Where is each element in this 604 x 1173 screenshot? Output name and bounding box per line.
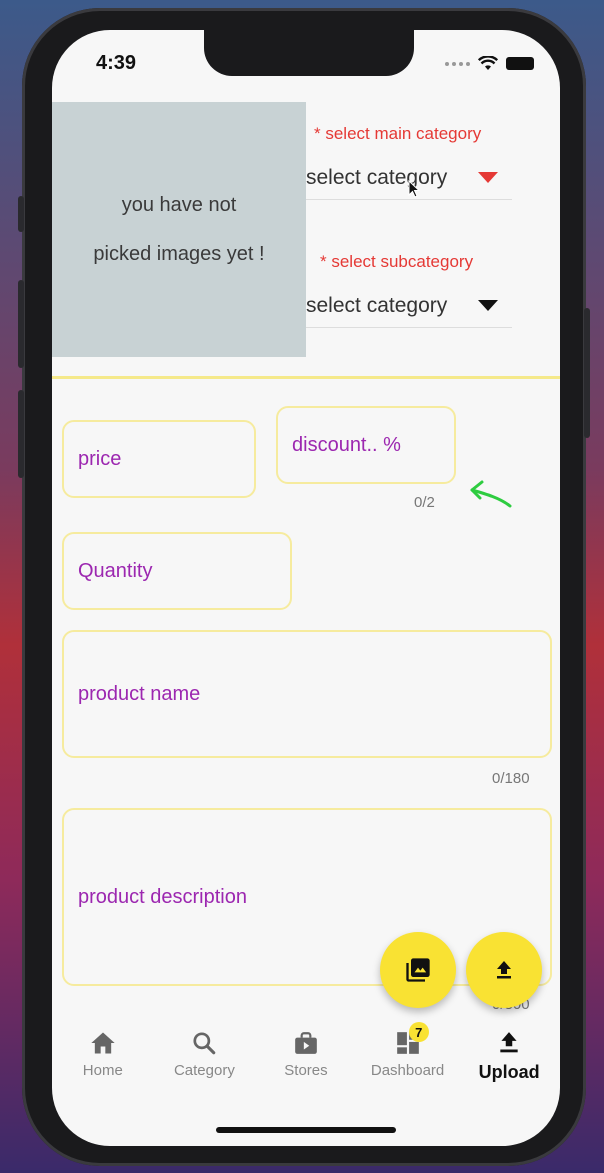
discount-field[interactable]: discount.. %	[276, 406, 456, 484]
nav-stores-label: Stores	[284, 1062, 328, 1079]
subcategory-dropdown[interactable]: select category	[306, 284, 512, 328]
power-button	[584, 308, 590, 438]
app-screen: 4:39 you have not picked images yet ! * …	[52, 30, 560, 1146]
subcategory-value: select category	[306, 293, 448, 317]
volume-down-button	[18, 390, 24, 478]
nav-dashboard[interactable]: 7 Dashboard	[357, 1022, 459, 1100]
product-description-placeholder: product description	[78, 885, 247, 908]
nav-dashboard-label: Dashboard	[370, 1062, 445, 1079]
subcategory-label: * select subcategory	[320, 252, 474, 271]
volume-up-button	[18, 280, 24, 368]
home-indicator	[216, 1127, 396, 1133]
placeholder-line-2: picked images yet !	[93, 242, 265, 265]
dashboard-badge: 7	[408, 1022, 429, 1042]
main-category-label: * select main category	[314, 124, 482, 143]
nav-category[interactable]: Category	[154, 1030, 256, 1100]
product-name-counter: 0/180	[492, 770, 530, 787]
mute-switch	[18, 196, 24, 232]
mouse-cursor-icon	[408, 180, 421, 198]
discount-placeholder: discount.. %	[292, 433, 401, 456]
upload-product-button[interactable]	[466, 932, 542, 1008]
nav-upload[interactable]: Upload	[458, 1030, 560, 1100]
shop-icon	[295, 1032, 317, 1054]
product-name-placeholder: product name	[78, 682, 201, 705]
battery-icon	[506, 57, 534, 70]
status-time: 4:39	[96, 52, 137, 74]
quantity-field[interactable]: Quantity	[62, 532, 292, 610]
status-icons	[445, 56, 534, 71]
nav-stores[interactable]: Stores	[255, 1030, 357, 1100]
main-category-value: select category	[306, 165, 448, 189]
phone-frame: 4:39 you have not picked images yet ! * …	[18, 8, 590, 1166]
dropdown-arrow-icon	[478, 300, 498, 311]
upload-icon	[500, 1032, 518, 1053]
bottom-navigation: Home Category Stores 7 Dashboard Upload	[52, 1022, 560, 1100]
notch	[204, 30, 414, 76]
upload-icon	[497, 961, 511, 979]
price-field[interactable]: price	[62, 420, 256, 498]
image-preview-placeholder: you have not picked images yet !	[52, 102, 306, 357]
dropdown-arrow-icon	[478, 172, 498, 183]
discount-counter: 0/2	[414, 494, 435, 511]
quantity-placeholder: Quantity	[78, 559, 153, 582]
cellular-signal-icon	[445, 61, 470, 66]
nav-upload-label: Upload	[478, 1062, 540, 1082]
photo-library-icon	[406, 958, 430, 982]
nav-home-label: Home	[82, 1062, 123, 1079]
nav-category-label: Category	[173, 1062, 235, 1079]
product-name-field[interactable]: product name	[62, 630, 552, 758]
annotation-arrow-icon	[470, 480, 512, 508]
placeholder-line-1: you have not	[121, 193, 237, 216]
price-placeholder: price	[78, 447, 122, 470]
section-divider	[52, 376, 560, 379]
home-icon	[91, 1032, 115, 1054]
pick-images-button[interactable]	[380, 932, 456, 1008]
nav-home[interactable]: Home	[52, 1030, 154, 1100]
search-icon	[193, 1032, 216, 1055]
wifi-icon	[478, 56, 498, 70]
